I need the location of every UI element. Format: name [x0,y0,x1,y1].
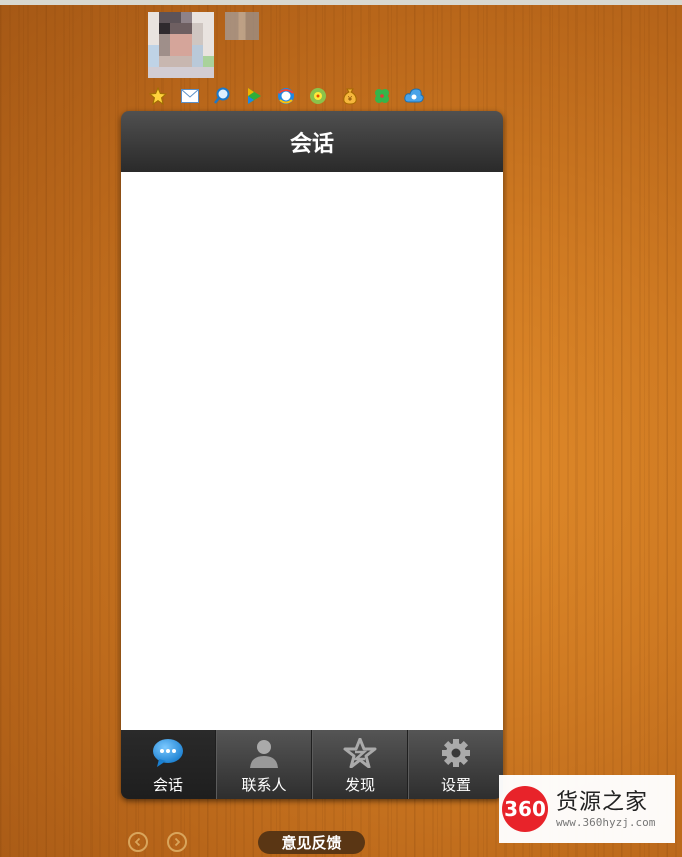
previous-button[interactable] [128,832,148,852]
money-bag-icon[interactable]: ¥ [340,86,360,106]
tab-label: 会话 [152,776,183,794]
tab-label: 发现 [344,776,375,794]
watermark-url: www.360hyzj.com [556,815,656,829]
chevron-left-icon [134,837,141,847]
contact-person-icon [250,740,278,768]
discover-star-icon [343,738,377,768]
title-bar: 会话 [121,111,503,172]
feedback-button[interactable]: 意见反馈 [258,831,365,854]
watermark-logo: 360 [502,786,548,832]
chat-bubble-icon [153,739,183,767]
bottom-tab-bar: 会话 联系人 发现 设置 [121,730,503,799]
chevron-right-icon [174,837,181,847]
tab-label: 联系人 [241,776,287,794]
search-icon[interactable] [212,86,232,106]
window-title: 会话 [289,131,334,157]
tab-contacts[interactable]: 联系人 [216,730,312,799]
browser-icon[interactable] [276,86,296,106]
tab-settings[interactable]: 设置 [408,730,503,799]
video-play-icon[interactable] [244,86,264,106]
favorite-star-icon[interactable] [148,86,168,106]
watermark: 360 货源之家 www.360hyzj.com [499,775,675,843]
next-button[interactable] [167,832,187,852]
watermark-name: 货源之家 [556,789,649,815]
cloud-icon[interactable] [404,86,424,106]
svg-text:¥: ¥ [348,95,353,103]
mail-icon[interactable] [180,86,200,106]
top-edge [0,0,682,5]
avatar[interactable] [148,12,214,78]
settings-gear-icon [442,739,470,767]
nickname-pixelated [225,12,259,40]
tab-conversations[interactable]: 会话 [121,730,216,799]
game-icon[interactable] [308,86,328,106]
conversation-list[interactable] [121,172,503,730]
clover-icon[interactable] [372,86,392,106]
app-icon-row: ¥ [148,86,424,106]
chat-window: 会话 会话 联系人 发现 设置 [121,111,503,799]
tab-label: 设置 [440,776,471,794]
tab-discover[interactable]: 发现 [312,730,408,799]
